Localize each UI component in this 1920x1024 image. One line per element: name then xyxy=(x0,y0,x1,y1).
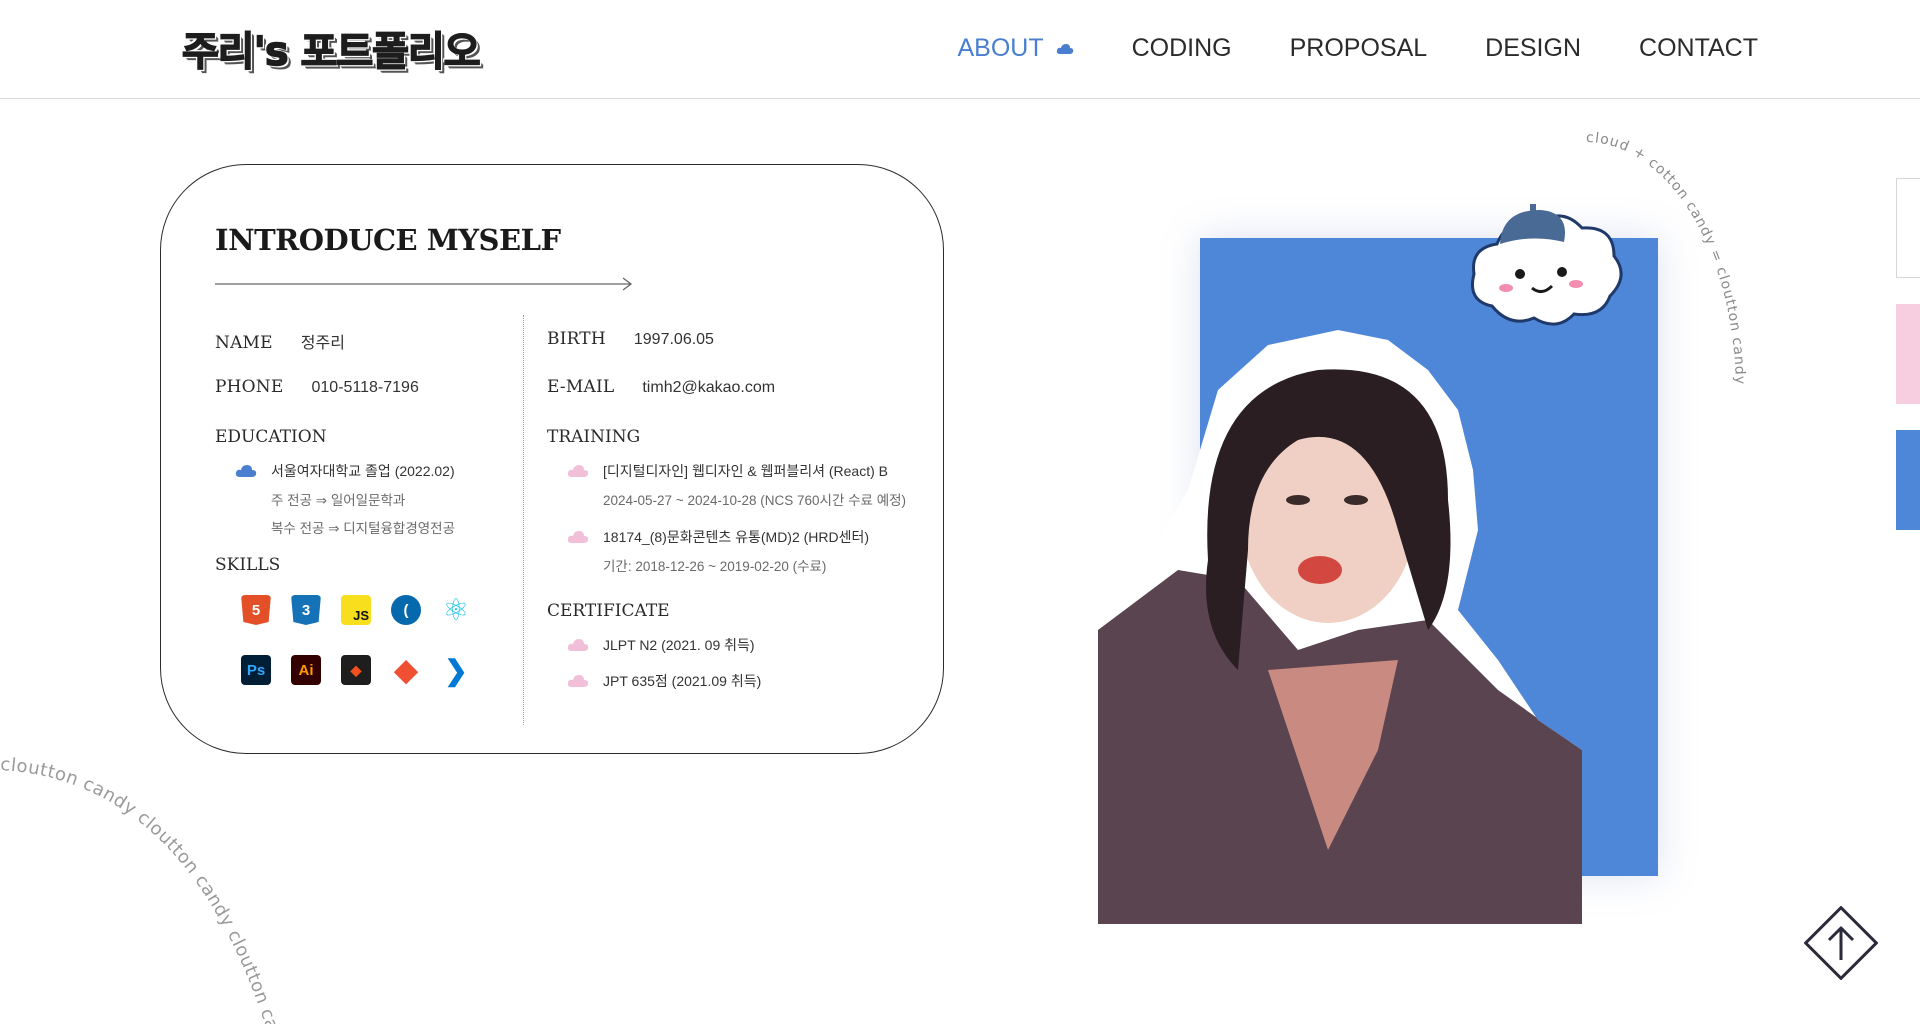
cloud-mascot-icon xyxy=(1471,204,1623,326)
birth-value: 1997.06.05 xyxy=(633,331,714,348)
vscode-icon: ❯ xyxy=(441,655,471,686)
arrow-right-icon xyxy=(215,277,633,291)
nav-coding-label: CODING xyxy=(1131,34,1232,62)
javascript-icon: JS xyxy=(341,595,371,625)
react-icon: ⚛ xyxy=(441,593,471,627)
email-label: E-MAIL xyxy=(547,377,615,397)
certificate-entry: JPT 635점 (2021.09 취득) xyxy=(547,671,937,691)
training-title: [디지털디자인] 웹디자인 & 웹퍼블리셔 (React) B xyxy=(603,463,888,479)
pink-cloud-icon xyxy=(567,675,589,687)
email-field: E-MAIL timh2@kakao.com xyxy=(547,377,937,425)
right-column: BIRTH 1997.06.05 E-MAIL timh2@kakao.com … xyxy=(547,329,937,709)
figma-icon: ◆ xyxy=(341,655,371,685)
cloud-icon xyxy=(1056,43,1073,54)
site-header: 주리's 포트폴리오 ABOUT CODING PROPOSAL DESIGN … xyxy=(0,0,1920,99)
column-divider xyxy=(523,315,524,725)
introduce-card: INTRODUCE MYSELF NAME 정주리 PHONE 010-5118… xyxy=(160,164,944,754)
site-logo[interactable]: 주리's 포트폴리오 xyxy=(181,22,481,76)
nav-about-label: ABOUT xyxy=(957,34,1044,62)
education-label: EDUCATION xyxy=(215,427,327,447)
side-tab-blue[interactable] xyxy=(1896,430,1920,530)
nav-coding[interactable]: CODING xyxy=(1132,34,1232,63)
skills-label: SKILLS xyxy=(215,555,281,575)
cloud-icon xyxy=(235,465,257,477)
phone-label: PHONE xyxy=(215,377,284,397)
scroll-top-button[interactable] xyxy=(1804,906,1878,980)
nav-proposal-label: PROPOSAL xyxy=(1289,34,1428,62)
nav-contact-label: CONTACT xyxy=(1639,34,1758,62)
training-title: 18174_(8)문화콘텐츠 유통(MD)2 (HRD센터) xyxy=(603,529,870,545)
corner-slogan: cloutton candy cloutton candy cloutton c… xyxy=(0,740,286,1024)
card-title: INTRODUCE MYSELF xyxy=(215,223,561,257)
html5-icon: 5 xyxy=(241,595,271,625)
nav-proposal[interactable]: PROPOSAL xyxy=(1290,34,1428,63)
pink-cloud-icon xyxy=(567,465,589,477)
nav-design[interactable]: DESIGN xyxy=(1485,34,1581,63)
name-field: NAME 정주리 xyxy=(215,329,515,377)
illustrator-icon: Ai xyxy=(291,655,321,685)
birth-label: BIRTH xyxy=(547,329,606,349)
education-school: 서울여자대학교 졸업 (2022.02) xyxy=(271,463,455,479)
main-nav: ABOUT CODING PROPOSAL DESIGN CONTACT xyxy=(957,34,1758,63)
corner-slogan-text: cloutton candy cloutton candy cloutton c… xyxy=(0,740,286,1024)
education-major: 주 전공 ⇒ 일어일문학과 xyxy=(271,493,406,508)
photoshop-icon: Ps xyxy=(241,655,271,685)
css3-icon: 3 xyxy=(291,595,321,625)
name-value: 정주리 xyxy=(300,335,345,352)
pink-cloud-icon xyxy=(567,531,589,543)
svg-text:cloutton candy cloutton candy: cloutton candy cloutton candy cloutton c… xyxy=(0,740,286,1024)
certificate-item: JPT 635점 (2021.09 취득) xyxy=(603,673,762,689)
training-entry: 18174_(8)문화콘텐츠 유통(MD)2 (HRD센터) 기간: 2018-… xyxy=(547,527,937,575)
side-tab-pink[interactable] xyxy=(1896,304,1920,404)
name-label: NAME xyxy=(215,333,273,353)
training-label: TRAINING xyxy=(547,427,641,447)
side-tab-white[interactable] xyxy=(1896,178,1920,278)
left-column: NAME 정주리 PHONE 010-5118-7196 EDUCATION 서… xyxy=(215,329,515,687)
education-minor: 복수 전공 ⇒ 디지털융합경영전공 xyxy=(271,521,456,536)
jquery-icon: ( xyxy=(391,595,421,625)
nav-contact[interactable]: CONTACT xyxy=(1639,34,1758,63)
skills-grid: 5 3 JS ( ⚛ Ps Ai ◆ ◆ ❯ xyxy=(241,593,515,687)
training-period: 2024-05-27 ~ 2024-10-28 (NCS 760시간 수료 예정… xyxy=(603,493,907,508)
logo-text: 주리's 포트폴리오 xyxy=(181,28,481,76)
git-icon: ◆ xyxy=(391,654,421,687)
pink-cloud-icon xyxy=(567,639,589,651)
email-value: timh2@kakao.com xyxy=(642,379,776,396)
training-entry: [디지털디자인] 웹디자인 & 웹퍼블리셔 (React) B 2024-05-… xyxy=(547,461,937,509)
nav-design-label: DESIGN xyxy=(1485,34,1582,62)
profile-photo xyxy=(1098,330,1582,924)
training-period: 기간: 2018-12-26 ~ 2019-02-20 (수료) xyxy=(603,559,827,574)
certificate-item: JLPT N2 (2021. 09 취득) xyxy=(603,637,755,653)
phone-field: PHONE 010-5118-7196 xyxy=(215,377,515,425)
certificate-entry: JLPT N2 (2021. 09 취득) xyxy=(547,635,937,655)
certificate-label: CERTIFICATE xyxy=(547,601,670,621)
birth-field: BIRTH 1997.06.05 xyxy=(547,329,937,377)
education-entry: 서울여자대학교 졸업 (2022.02) 주 전공 ⇒ 일어일문학과 복수 전공… xyxy=(215,461,515,537)
nav-about[interactable]: ABOUT xyxy=(957,34,1073,63)
phone-value: 010-5118-7196 xyxy=(311,379,419,396)
